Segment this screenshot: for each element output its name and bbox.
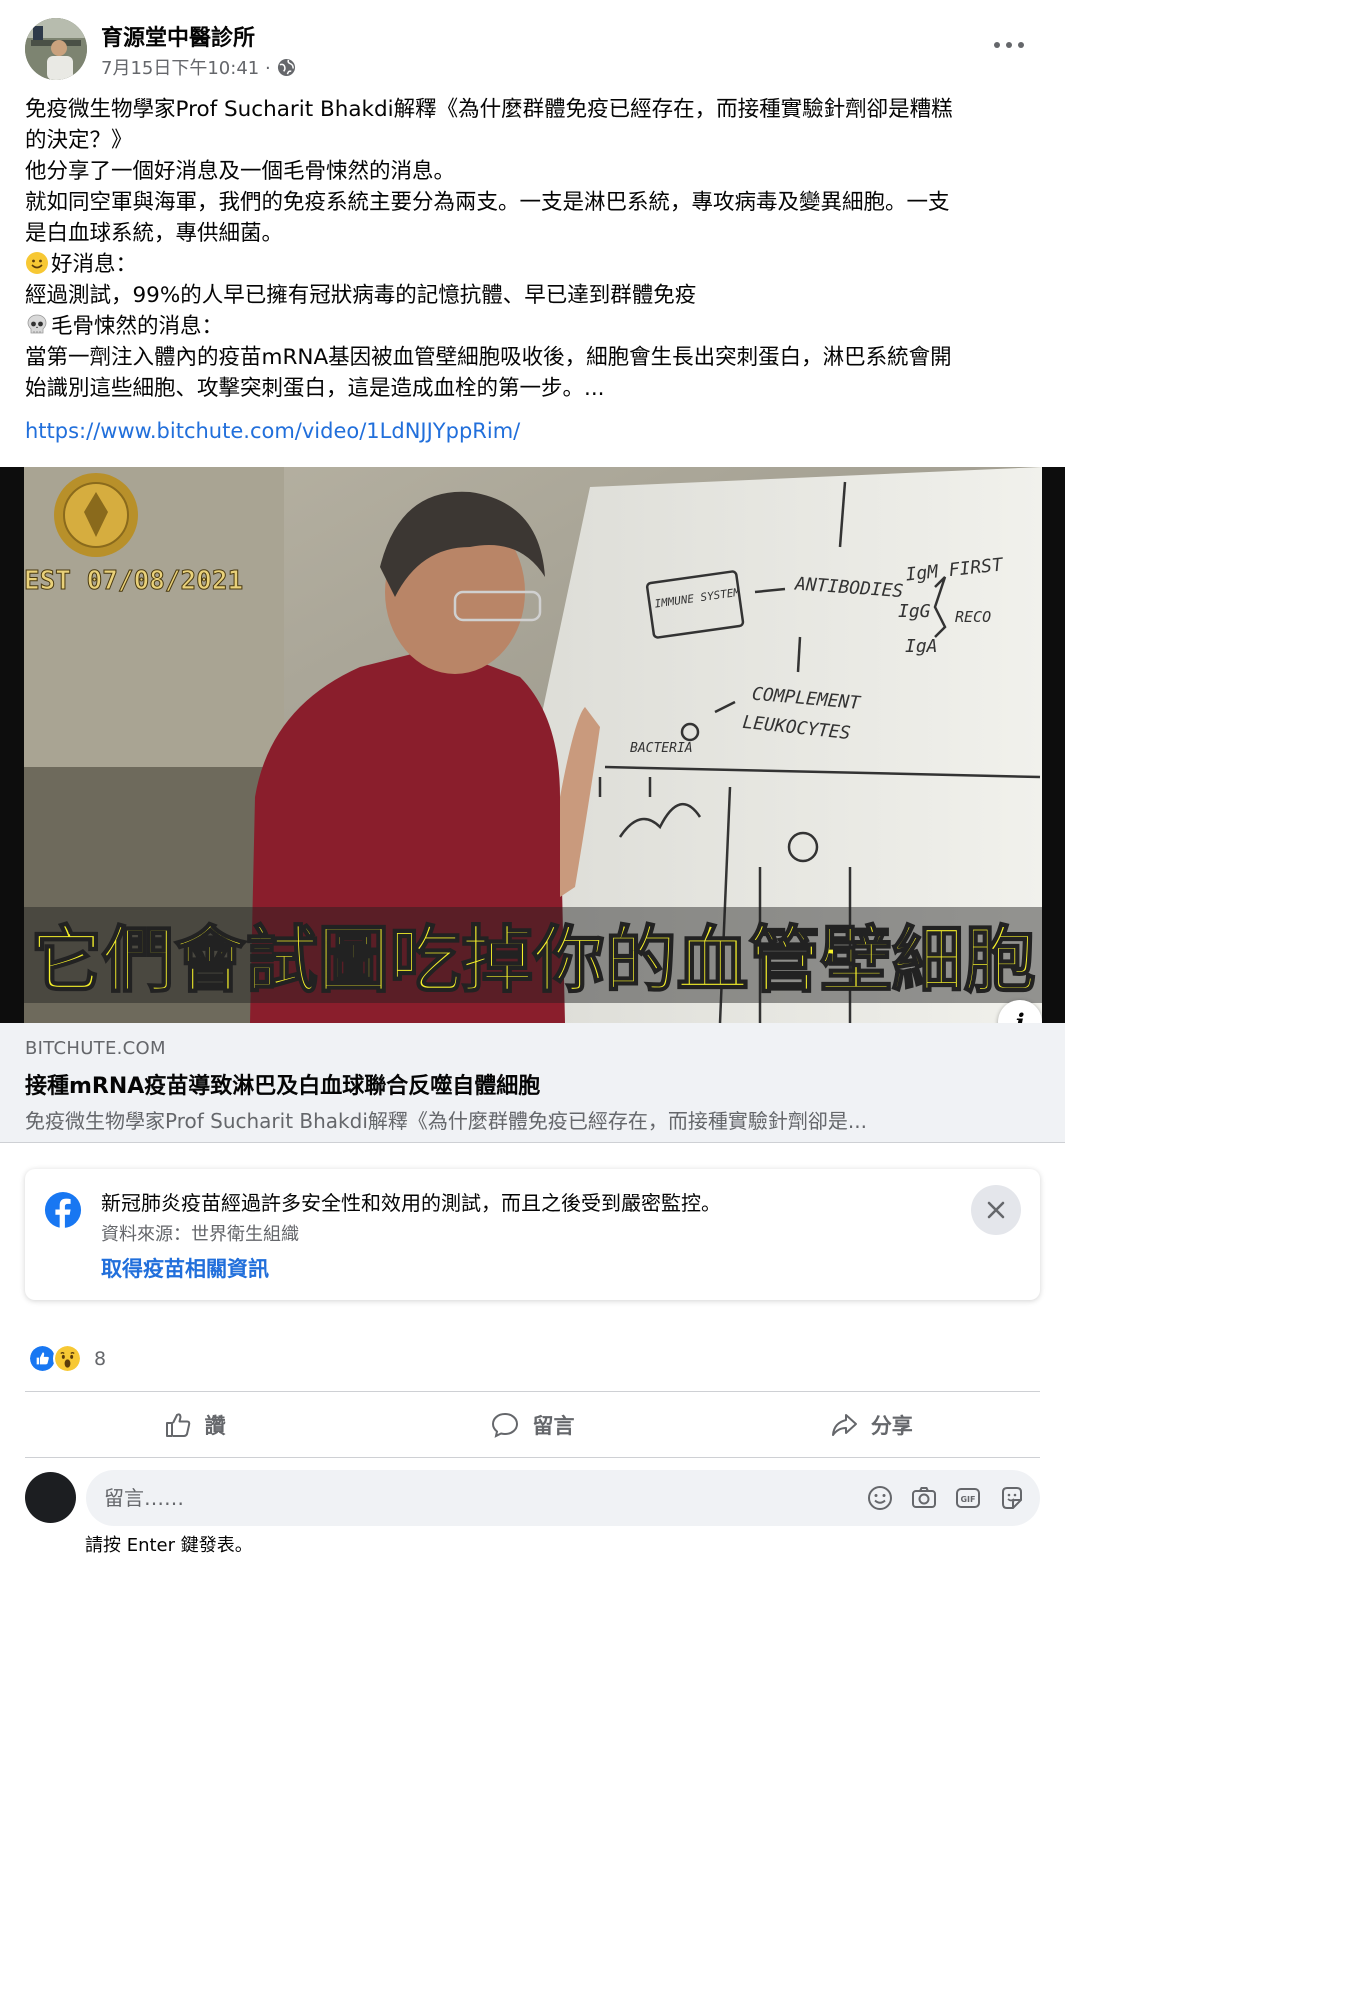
comment-hint: 請按 Enter 鍵發表。 [85,1535,253,1556]
link-description: 免疫微生物學家Prof Sucharit Bhakdi解釋《為什麼群體免疫已經存… [25,1109,867,1133]
camera-icon[interactable] [910,1484,938,1512]
dot-icon [994,42,1000,48]
covid-info-card: 新冠肺炎疫苗經過許多安全性和效用的測試，而且之後受到嚴密監控。 資料來源：世界衛… [25,1169,1040,1300]
thumbs-up-icon [165,1413,190,1437]
post-meta: 7月15日下午10:41 · [101,54,296,80]
smile-emoji-icon [26,252,48,274]
page-avatar[interactable] [25,18,87,80]
video-watermark-date: EST 07/08/2021 [24,566,243,596]
whiteboard-note: BACTERIA [630,741,693,756]
post-line: 毛骨悚然的消息： [25,311,1040,342]
post-line: 免疫微生物學家Prof Sucharit Bhakdi解釋《為什麼群體免疫已經存… [25,97,953,122]
post-link[interactable]: https://www.bitchute.com/video/1LdNJJYpp… [25,419,520,443]
post-line: 就如同空軍與海軍，我們的免疫系統主要分為兩支。一支是淋巴系統，專攻病毒及變異細胞… [25,190,950,215]
comment-tools: GIF [866,1484,1026,1512]
post-line: 是白血球系統，專供細菌。 [25,221,284,246]
sticker-icon[interactable] [998,1484,1026,1512]
more-options-button[interactable] [991,34,1027,56]
info-card-text: 新冠肺炎疫苗經過許多安全性和效用的測試，而且之後受到嚴密監控。 [101,1191,721,1215]
video-thumbnail[interactable]: IMMUNE SYSTEM ANTIBODIES IgM FIRST IgG I… [0,467,1065,1023]
close-icon [987,1201,1005,1219]
reactions-summary[interactable]: 8 [28,1344,106,1373]
post-line-text: 好消息： [51,252,138,277]
link-domain: BITCHUTE.COM [25,1038,166,1059]
divider [25,1391,1040,1392]
post-line: 他分享了一個好消息及一個毛骨悚然的消息。 [25,159,456,184]
like-button[interactable]: 讚 [25,1397,363,1453]
whiteboard-note: IgG [898,601,931,622]
globe-icon [277,58,295,76]
dot-icon [1018,42,1024,48]
dot-icon [1006,42,1012,48]
post-line: 始識別這些細胞、攻擊突刺蛋白，這是造成血栓的第一步。... [25,376,605,401]
page-name[interactable]: 育源堂中醫診所 [101,20,255,52]
skull-emoji-icon [27,314,47,334]
divider [25,1457,1040,1458]
post-line: 的決定？》 [25,128,133,153]
comment-box: GIF [86,1470,1040,1526]
comment-input[interactable] [104,1470,844,1526]
post-header: 育源堂中醫診所 7月15日下午10:41 · [25,18,1041,82]
reaction-count: 8 [94,1347,107,1370]
link-preview[interactable]: BITCHUTE.COM 接種mRNA疫苗導致淋巴及白血球聯合反噬自體細胞 免疫… [0,1023,1065,1143]
whiteboard-note: IgA [905,636,938,657]
like-label: 讚 [204,1414,226,1438]
post-actions: 讚 留言 分享 [25,1397,1040,1453]
svg-text:GIF: GIF [960,1495,975,1504]
facebook-icon [44,1191,82,1229]
vaccine-info-link[interactable]: 取得疫苗相關資訊 [101,1253,269,1283]
post-line-text: 毛骨悚然的消息： [51,314,224,339]
emoji-icon[interactable] [866,1484,894,1512]
post-line: 好消息： [25,249,1040,280]
post-line: 經過測試，99%的人早已擁有冠狀病毒的記憶抗體、早已達到群體免疫 [25,283,697,308]
share-icon [831,1414,857,1436]
comment-composer: GIF [25,1470,1040,1526]
post-text: 免疫微生物學家Prof Sucharit Bhakdi解釋《為什麼群體免疫已經存… [25,94,1040,404]
comment-icon [492,1412,519,1438]
comment-button[interactable]: 留言 [363,1397,701,1453]
post-line: 當第一劑注入體內的疫苗mRNA基因被血管壁細胞吸收後，細胞會生長出突刺蛋白，淋巴… [25,345,952,370]
close-button[interactable] [971,1185,1021,1235]
link-title: 接種mRNA疫苗導致淋巴及白血球聯合反噬自體細胞 [25,1074,541,1099]
wow-reaction-icon [53,1344,82,1373]
video-subtitle: 它們會試圖吃掉你的血管壁細胞 [31,918,1036,1002]
gif-icon[interactable]: GIF [954,1484,982,1512]
info-card-source: 資料來源：世界衛生組織 [101,1224,299,1245]
user-avatar[interactable] [25,1472,76,1523]
share-button[interactable]: 分享 [702,1397,1040,1453]
post-timestamp[interactable]: 7月15日下午10:41 · [101,54,271,80]
share-label: 分享 [870,1414,913,1438]
whiteboard-note: RECO [955,608,991,626]
comment-label: 留言 [532,1414,575,1438]
